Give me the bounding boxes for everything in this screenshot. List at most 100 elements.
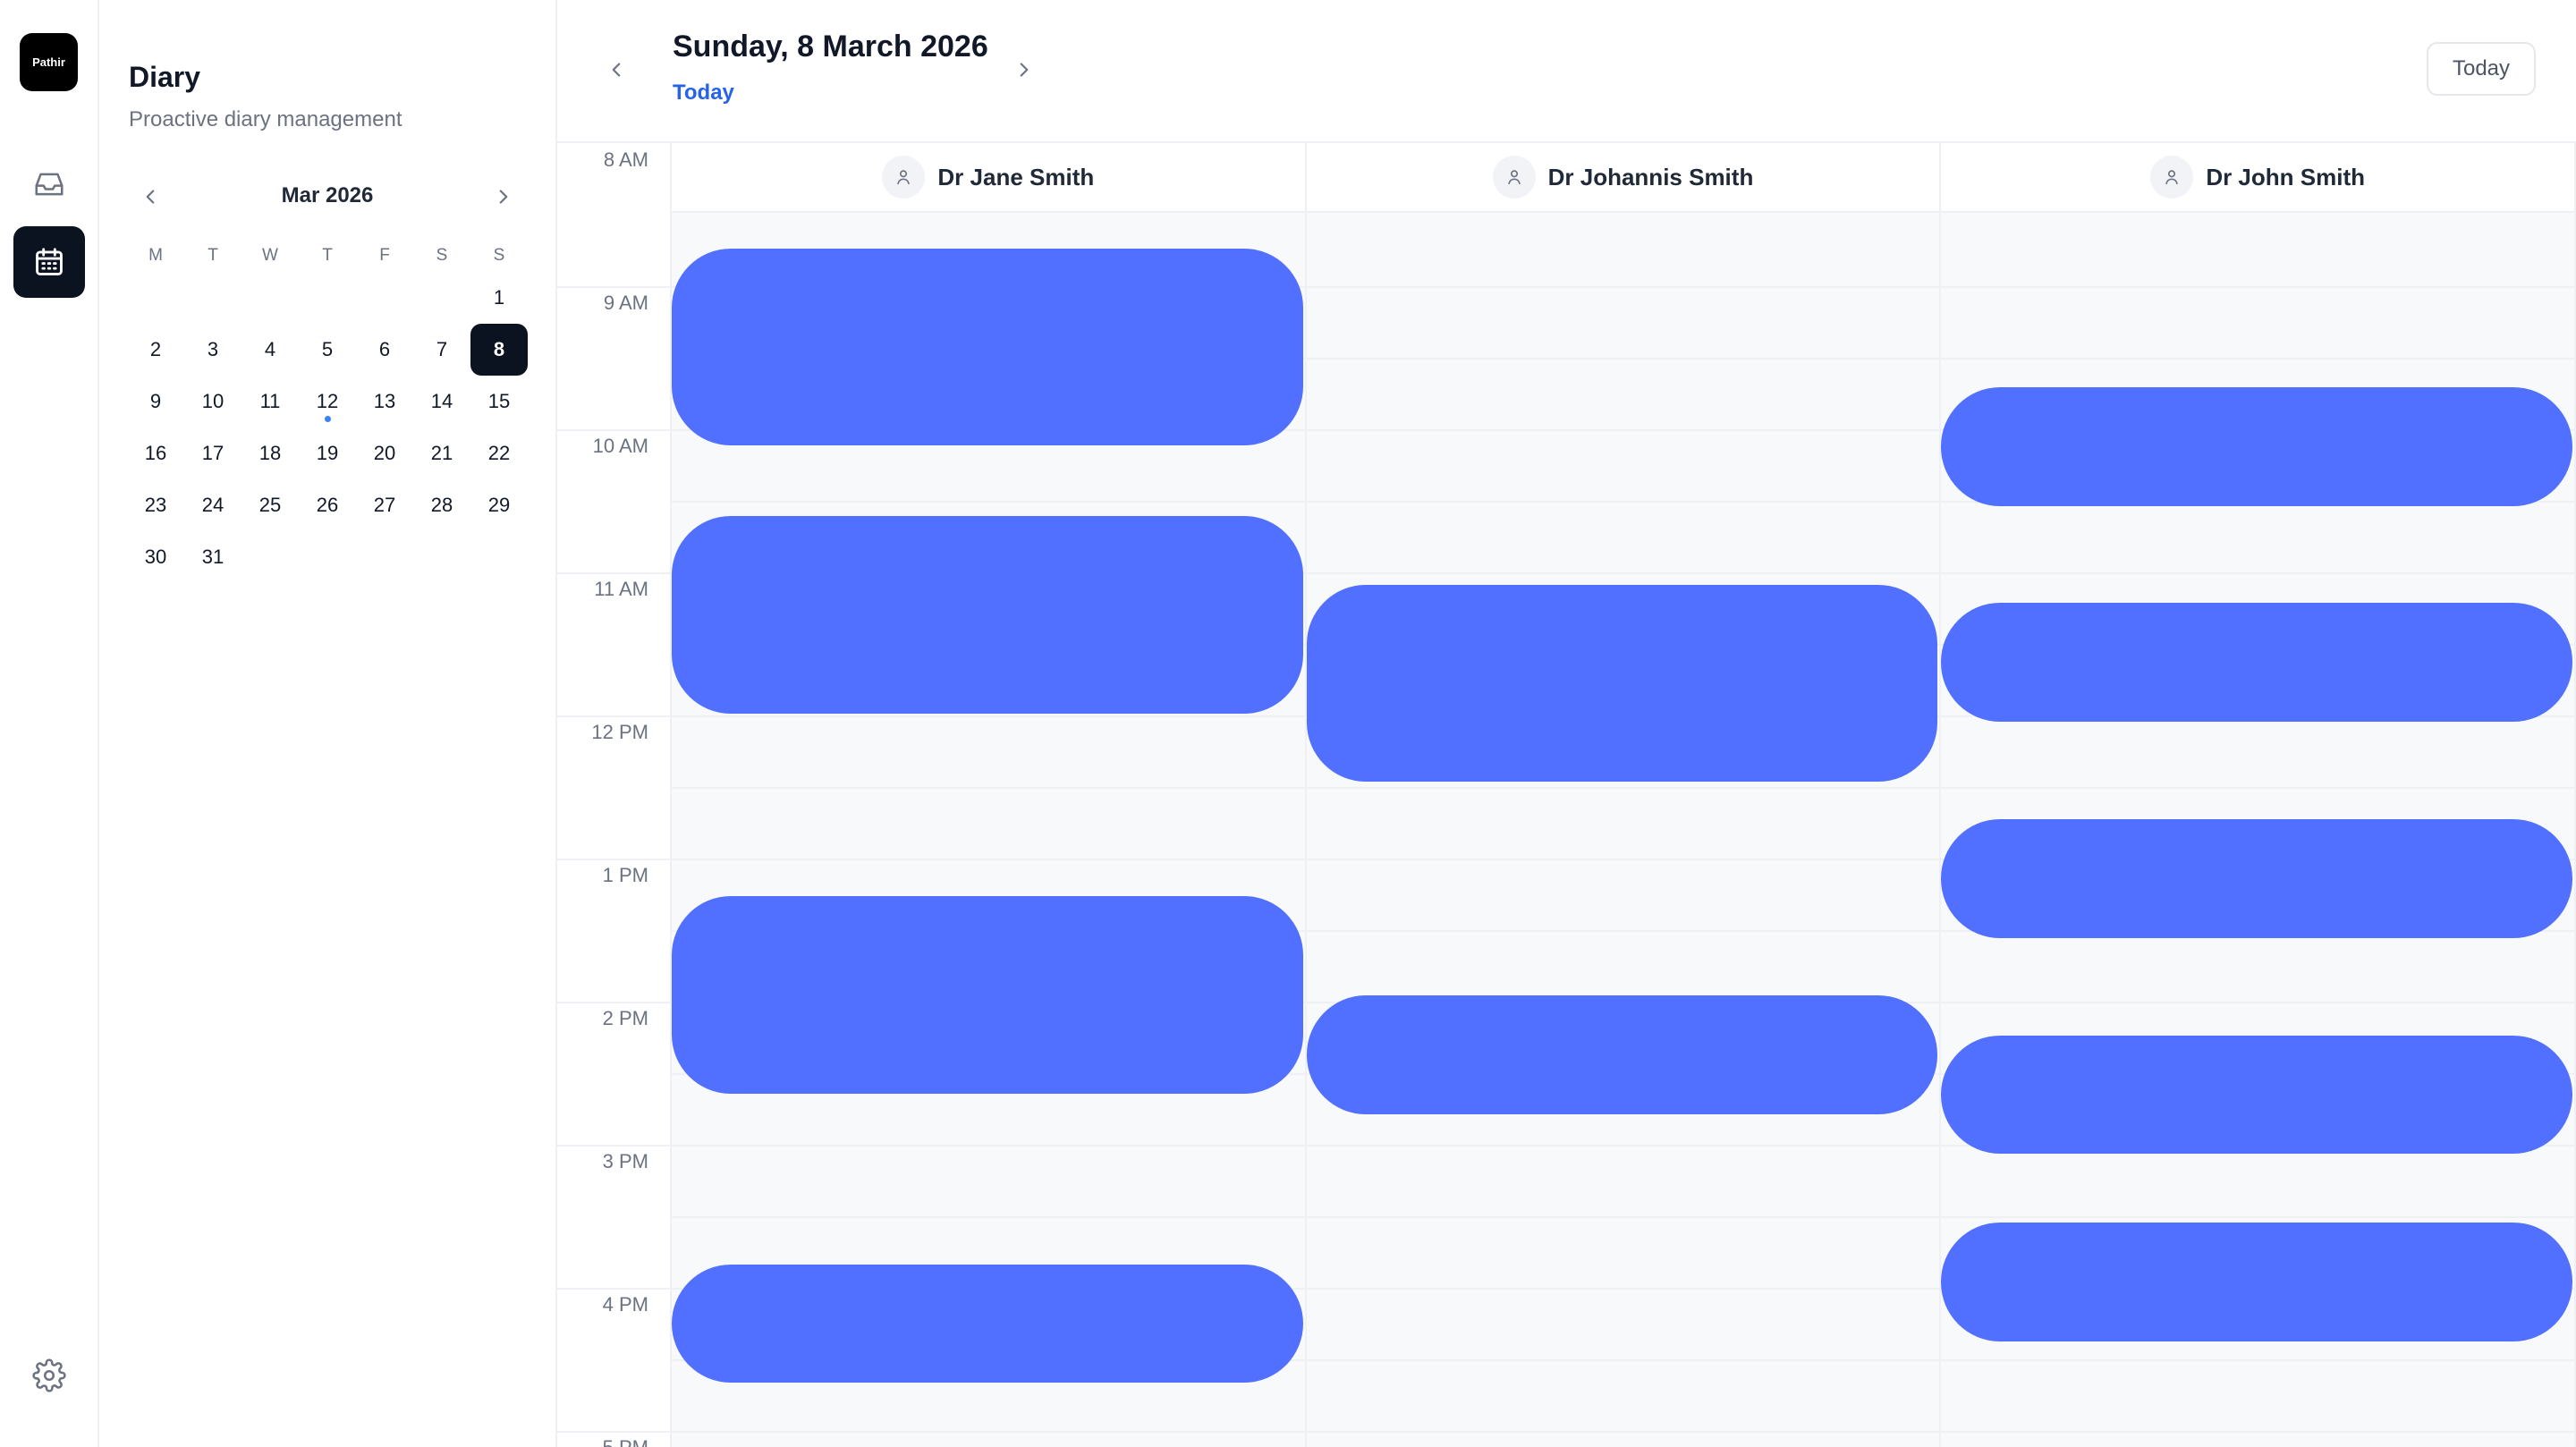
day-cell[interactable]: 11 [242, 376, 299, 427]
day-number: 3 [207, 338, 219, 360]
day-number: 5 [321, 338, 334, 360]
day-number: 20 [373, 442, 396, 464]
grid-line [672, 501, 1305, 503]
calendar-button[interactable] [13, 226, 85, 298]
day-number: 14 [430, 390, 453, 412]
day-cell[interactable]: 1 [470, 272, 528, 324]
grid-line [1306, 358, 1940, 360]
day-cell[interactable]: 13 [356, 376, 413, 427]
mini-calendar-prev-button[interactable] [123, 179, 177, 215]
day-cell[interactable]: 9 [127, 376, 184, 427]
next-day-button[interactable] [1006, 52, 1042, 88]
day-number: 26 [316, 494, 339, 516]
day-cell[interactable]: 20 [356, 427, 413, 479]
day-cell[interactable]: 2 [127, 324, 184, 376]
appointment-block[interactable] [1306, 584, 1938, 783]
day-cell[interactable]: 7 [413, 324, 470, 376]
day-cell[interactable]: 25 [242, 479, 299, 531]
today-link[interactable]: Today [673, 80, 734, 106]
day-number: 13 [373, 390, 396, 412]
app: Pathir Diary Proactive diary management [0, 0, 2576, 1447]
day-cell[interactable]: 19 [299, 427, 356, 479]
weekday-label: T [208, 246, 218, 265]
day-cell[interactable]: 30 [127, 531, 184, 583]
appointment-block[interactable] [672, 515, 1303, 714]
day-cell[interactable]: 5 [299, 324, 356, 376]
appointment-block[interactable] [1941, 386, 2572, 506]
grid-line [1306, 1145, 1940, 1147]
gutter-hour-line [557, 1288, 672, 1290]
day-number: 10 [201, 390, 225, 412]
appointment-block[interactable] [672, 1264, 1303, 1384]
day-number: 17 [201, 442, 225, 464]
column-time-grid[interactable] [1306, 213, 1940, 1447]
day-cell[interactable]: 27 [356, 479, 413, 531]
grid-line [672, 1216, 1305, 1218]
appointment-block[interactable] [672, 896, 1303, 1095]
hour-label: 11 AM [594, 578, 648, 600]
day-cell[interactable]: 31 [184, 531, 242, 583]
day-cell[interactable]: 18 [242, 427, 299, 479]
day-cell[interactable]: 21 [413, 427, 470, 479]
day-cell[interactable]: 6 [356, 324, 413, 376]
today-button[interactable]: Today [2427, 42, 2536, 96]
day-cell[interactable]: 24 [184, 479, 242, 531]
empty-day-cell [413, 531, 470, 583]
gutter-hour-line [557, 1431, 672, 1433]
mini-calendar-month: Mar 2026 [281, 183, 374, 207]
appointment-block[interactable] [1941, 1223, 2572, 1341]
day-number: 28 [430, 494, 453, 516]
day-number: 22 [487, 442, 511, 464]
mini-calendar-grid: M T W T F S S 1 2 3 4 5 6 7 8 9 10 11 12 13 14 15 16 17 18 19 20 21… [127, 240, 530, 583]
day-cell[interactable]: 10 [184, 376, 242, 427]
day-cell[interactable]: 17 [184, 427, 242, 479]
empty-day-cell [470, 531, 528, 583]
hour-label: 1 PM [602, 864, 648, 886]
grid-line [1306, 429, 1940, 431]
weekday-label: F [379, 246, 390, 265]
day-cell[interactable]: 28 [413, 479, 470, 531]
day-number: 23 [144, 494, 167, 516]
grid-line [1306, 286, 1940, 288]
chevron-right-icon [499, 190, 508, 204]
day-cell[interactable]: 3 [184, 324, 242, 376]
day-number: 29 [487, 494, 511, 516]
day-cell[interactable]: 22 [470, 427, 528, 479]
day-cell[interactable]: 8 [470, 324, 528, 376]
day-cell[interactable]: 15 [470, 376, 528, 427]
hour-label: 5 PM [603, 1436, 648, 1447]
day-number: 7 [436, 338, 448, 360]
mini-calendar-next-button[interactable] [477, 179, 530, 215]
icon-rail: Pathir [0, 0, 99, 1447]
appointment-block[interactable] [1306, 994, 1938, 1114]
inbox-button[interactable] [13, 148, 85, 220]
settings-button[interactable] [13, 1340, 85, 1411]
day-cell[interactable]: 4 [242, 324, 299, 376]
appointment-block[interactable] [1941, 1035, 2572, 1155]
day-cell[interactable]: 14 [413, 376, 470, 427]
previous-day-button[interactable] [598, 52, 634, 88]
grid-line [1941, 1216, 2574, 1218]
weekday-label: S [436, 246, 448, 265]
day-cell[interactable]: 26 [299, 479, 356, 531]
clinician-column: Dr Johannis Smith [1306, 143, 1942, 1447]
day-number: 12 [316, 390, 339, 412]
app-logo[interactable]: Pathir [20, 33, 78, 91]
day-cell[interactable]: 12 [299, 376, 356, 427]
day-cell[interactable]: 23 [127, 479, 184, 531]
day-cell[interactable]: 16 [127, 427, 184, 479]
gutter-hour-line [557, 429, 672, 431]
day-number: 1 [493, 286, 505, 309]
appointment-block[interactable] [1941, 603, 2572, 723]
day-cell[interactable]: 29 [470, 479, 528, 531]
clinician-name: Dr Jane Smith [937, 163, 1095, 190]
empty-day-cell [242, 531, 299, 583]
gear-icon [32, 1358, 66, 1392]
week-row: 2 3 4 5 6 7 8 [127, 324, 530, 376]
grid-line [1306, 859, 1940, 860]
hour-label: 2 PM [602, 1007, 648, 1029]
day-number: 2 [149, 338, 162, 360]
appointment-block[interactable] [672, 248, 1303, 446]
appointment-block[interactable] [1941, 819, 2572, 938]
week-row: 30 31 [127, 531, 530, 583]
